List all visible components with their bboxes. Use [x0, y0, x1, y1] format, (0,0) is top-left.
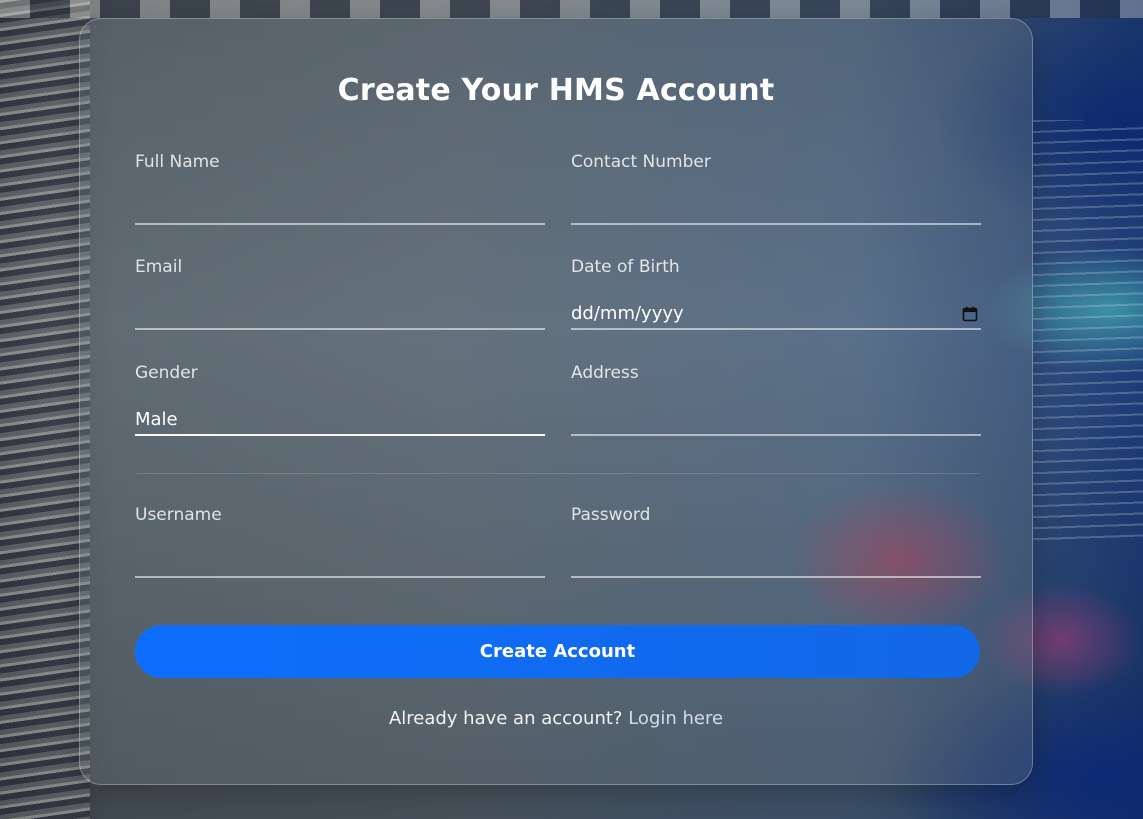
full-name-field[interactable]: Full Name: [135, 152, 545, 244]
full-name-underline: [135, 223, 545, 225]
email-label: Email: [135, 257, 183, 277]
address-field[interactable]: Address: [571, 363, 981, 455]
password-field[interactable]: Password: [571, 505, 981, 597]
contact-number-underline: [571, 223, 981, 225]
background-blur-stripes-left: [0, 0, 90, 819]
login-link[interactable]: Login here: [628, 708, 723, 729]
address-underline: [571, 434, 981, 436]
username-underline: [135, 576, 545, 578]
address-label: Address: [571, 363, 639, 383]
contact-number-label: Contact Number: [571, 152, 711, 172]
date-of-birth-field[interactable]: Date of Birth dd/mm/yyyy: [571, 257, 981, 349]
create-account-button[interactable]: Create Account: [135, 625, 980, 678]
login-prompt-text: Already have an account?: [388, 708, 623, 729]
email-field[interactable]: Email: [135, 257, 545, 349]
form-title: Create Your HMS Account: [337, 73, 775, 108]
gender-label: Gender: [135, 363, 198, 383]
date-of-birth-input[interactable]: dd/mm/yyyy: [571, 303, 684, 324]
section-divider: [135, 473, 980, 474]
calendar-icon[interactable]: [962, 306, 978, 322]
background-blur-stripes-right: [1033, 120, 1143, 540]
password-underline: [571, 576, 981, 578]
gender-field[interactable]: Gender Male: [135, 363, 545, 455]
email-underline: [135, 328, 545, 330]
gender-select[interactable]: Male: [135, 409, 178, 430]
registration-card: Create Your HMS Account Full Name Contac…: [79, 18, 1033, 785]
background-blur-stripes-top: [0, 0, 1143, 18]
gender-underline: [135, 434, 545, 436]
username-label: Username: [135, 505, 222, 525]
date-of-birth-label: Date of Birth: [571, 257, 680, 277]
username-field[interactable]: Username: [135, 505, 545, 597]
password-label: Password: [571, 505, 651, 525]
contact-number-field[interactable]: Contact Number: [571, 152, 981, 244]
login-prompt: Already have an account? Login here: [80, 708, 1032, 729]
full-name-label: Full Name: [135, 152, 220, 172]
date-of-birth-underline: [571, 328, 981, 330]
